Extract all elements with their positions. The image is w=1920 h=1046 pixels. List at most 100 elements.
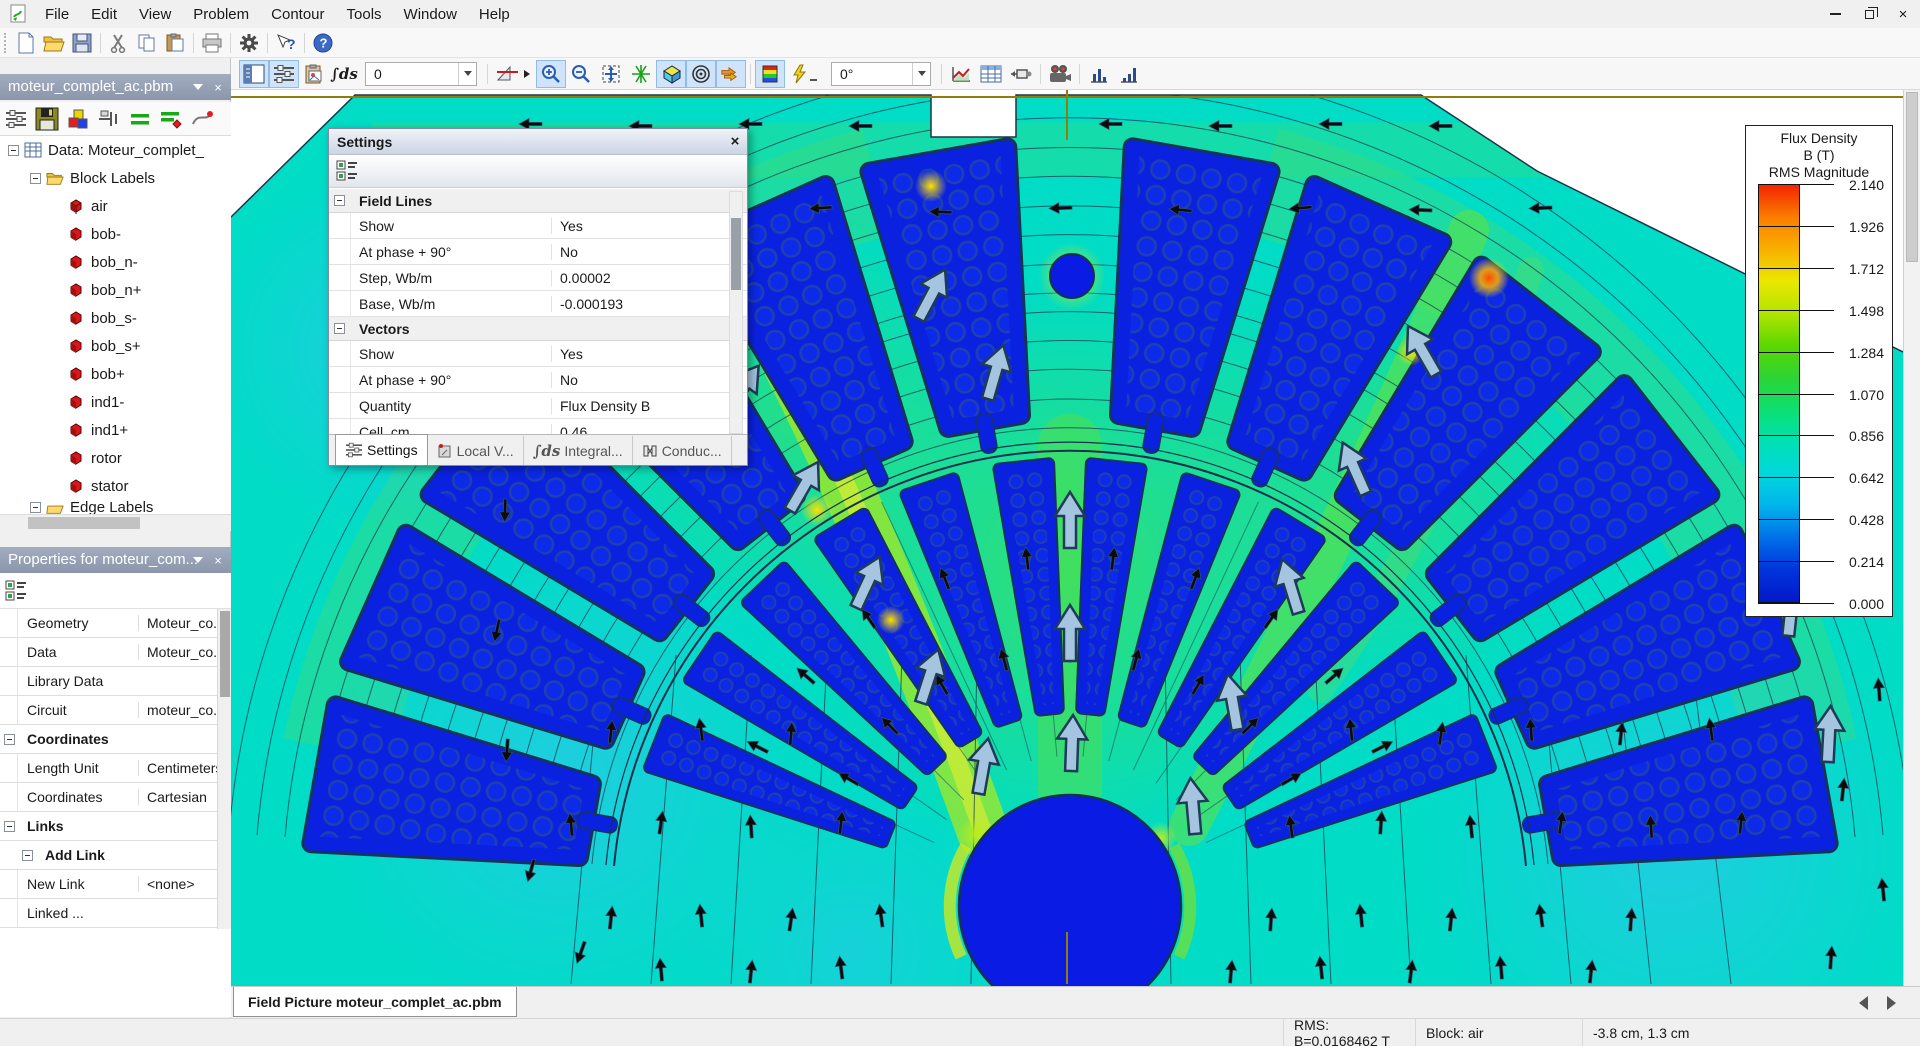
contour-number-combo[interactable]: 0 [365,62,477,86]
add-link-icon[interactable] [22,850,33,861]
copy-button[interactable] [133,30,161,56]
equals-button[interactable] [124,104,155,134]
property-row-data[interactable]: DataMoteur_co.. [0,638,231,667]
tree-node-block-bob-plus[interactable]: bob+ [0,360,231,388]
menu-view[interactable]: View [128,2,182,27]
collapse-icon[interactable] [334,195,345,206]
settings-scrollbar[interactable] [729,191,743,434]
tree-node-block-bob-n-plus[interactable]: bob_n+ [0,276,231,304]
xy-plot-button[interactable] [946,60,976,88]
menu-edit[interactable]: Edit [80,2,128,27]
next-document-icon[interactable] [1887,996,1896,1010]
table-view-button[interactable] [976,60,1006,88]
contour-lines-button[interactable] [686,60,716,88]
context-help-button[interactable]: ? [272,30,300,56]
menu-help[interactable]: Help [468,2,521,27]
scrollbar-thumb[interactable] [220,611,230,697]
tab-integral[interactable]: ∫ds Integral... [524,436,633,465]
collapse-icon[interactable] [8,145,19,156]
tab-conductors[interactable]: Conduc... [633,436,732,465]
assign-button[interactable] [155,104,186,134]
document-tab[interactable]: Field Picture moteur_complet_ac.pbm [233,987,517,1017]
tree-node-block-bob-s-minus[interactable]: bob_s- [0,304,231,332]
tab-local-values[interactable]: Local V... [428,436,524,465]
menu-problem[interactable]: Problem [182,2,260,27]
menu-tools[interactable]: Tools [336,2,393,27]
tree-node-block-rotor[interactable]: rotor [0,444,231,472]
settings-dialog-titlebar[interactable]: Settings × [329,129,747,155]
display-settings-button[interactable] [269,60,299,88]
properties-panel-menu-button[interactable] [188,547,208,573]
density-plot-button[interactable] [755,60,785,88]
expand-icon[interactable] [30,502,41,513]
previous-document-icon[interactable] [1859,996,1868,1010]
menu-window[interactable]: Window [393,2,468,27]
zoom-out-button[interactable] [566,60,596,88]
coordinates-section-header[interactable]: Coordinates [0,725,231,754]
collapse-icon[interactable] [4,821,15,832]
project-panel-close-button[interactable]: × [208,74,228,100]
combo-dropdown-button[interactable] [912,63,930,85]
tree-node-block-ind1-plus[interactable]: ind1+ [0,416,231,444]
property-row-geometry[interactable]: GeometryMoteur_co.. [0,609,231,638]
property-row-coordinates[interactable]: CoordinatesCartesian [0,783,231,812]
property-row-linked[interactable]: Linked ... [0,899,231,928]
new-file-button[interactable] [12,30,40,56]
setting-value[interactable]: Yes [551,218,747,234]
settings-gear-button[interactable] [235,30,263,56]
collapse-icon[interactable] [334,323,345,334]
property-row-length-unit[interactable]: Length UnitCentimeters [0,754,231,783]
collapse-icon[interactable] [4,734,15,745]
property-row-new-link[interactable]: New Link<none> [0,870,231,899]
project-panel-menu-button[interactable] [188,74,208,100]
setting-row-vectors-at-phase[interactable]: At phase + 90°No [329,367,747,393]
close-button[interactable]: × [1886,0,1920,28]
harmonics-plot-button[interactable] [1084,60,1114,88]
tree-node-block-bob-minus[interactable]: bob- [0,220,231,248]
setting-value[interactable]: -0.000193 [551,296,747,312]
angle-tool-button[interactable] [492,60,536,88]
probe-tool-button[interactable] [186,104,217,134]
categorized-view-button[interactable] [0,576,31,606]
point-values-button[interactable] [785,60,825,88]
help-button[interactable]: ? [309,30,337,56]
copy-image-button[interactable] [299,60,329,88]
links-section-header[interactable]: Links [0,812,231,841]
animation-button[interactable] [1045,60,1075,88]
properties-panel-close-button[interactable]: × [208,547,228,573]
save-button[interactable] [68,30,96,56]
menu-file[interactable]: File [34,2,80,27]
categorized-grid-icon[interactable] [335,159,359,183]
properties-vertical-scrollbar[interactable] [217,609,231,929]
tree-node-edge-labels-partial[interactable]: Edge Labels [0,500,231,514]
settings-dialog-close-button[interactable]: × [723,133,747,150]
field-lines-section-header[interactable]: Field Lines [329,189,747,213]
canvas-vertical-scrollbar[interactable] [1903,90,1920,986]
line-integral-button[interactable]: ∫ds [329,60,359,88]
setting-row-quantity[interactable]: QuantityFlux Density B [329,393,747,419]
spectrum-plot-button[interactable] [1114,60,1144,88]
zoom-in-button[interactable] [536,60,566,88]
tree-node-block-ind1-minus[interactable]: ind1- [0,388,231,416]
setting-value[interactable]: Yes [551,346,747,362]
menu-contour[interactable]: Contour [260,2,335,27]
tree-node-data-root[interactable]: Data: Moteur_complet_ [0,136,231,164]
paste-button[interactable] [161,30,189,56]
setting-row-base[interactable]: Base, Wb/m-0.000193 [329,291,747,317]
smooth-shading-button[interactable] [656,60,686,88]
setting-row-show[interactable]: ShowYes [329,213,747,239]
setting-row-step[interactable]: Step, Wb/m0.00002 [329,265,747,291]
setting-value[interactable]: 0.00002 [551,270,747,286]
open-file-button[interactable] [40,30,68,56]
print-button[interactable] [198,30,226,56]
tree-node-block-bob-s-plus[interactable]: bob_s+ [0,332,231,360]
setting-value[interactable]: No [551,372,747,388]
tree-node-block-bob-n-minus[interactable]: bob_n- [0,248,231,276]
phase-angle-combo[interactable]: 0° [831,62,931,86]
materials-library-button[interactable] [62,104,93,134]
show-vectors-button[interactable] [716,60,746,88]
setting-value[interactable]: No [551,244,747,260]
scrollbar-thumb[interactable] [731,218,741,290]
setting-value[interactable]: Flux Density B [551,398,747,414]
toggle-panel-button[interactable] [239,60,269,88]
